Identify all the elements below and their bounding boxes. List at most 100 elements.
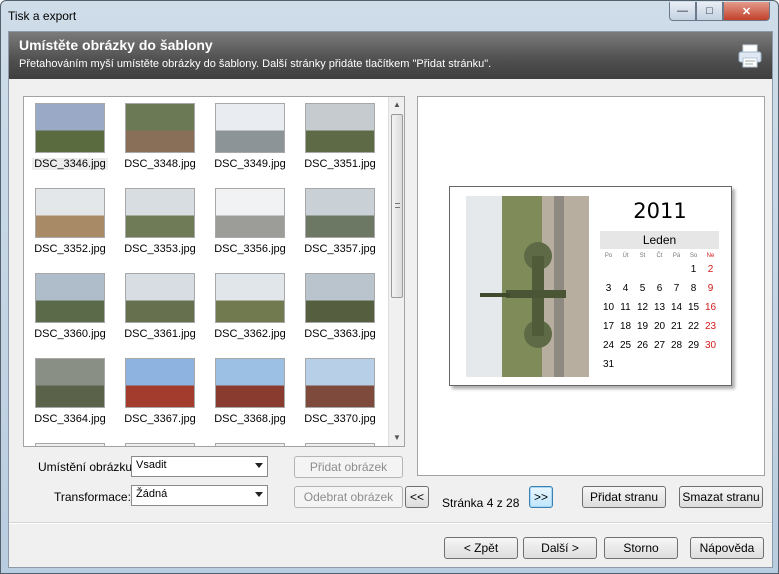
calendar-day: 29 bbox=[687, 340, 700, 351]
calendar-week-row: 31 bbox=[600, 356, 719, 375]
thumbnail-item[interactable]: DSC_3348.jpg bbox=[122, 101, 198, 183]
prev-page-button[interactable]: << bbox=[405, 486, 429, 508]
thumbnail-image bbox=[35, 103, 105, 153]
close-button[interactable]: ✕ bbox=[723, 2, 770, 21]
calendar-day: 31 bbox=[602, 359, 615, 370]
thumbnail-item[interactable]: DSC_3368.jpg bbox=[212, 356, 288, 438]
calendar-day bbox=[617, 356, 634, 375]
thumbnail-filename: DSC_3368.jpg bbox=[214, 413, 286, 425]
remove-image-button[interactable]: Odebrat obrázek bbox=[294, 486, 403, 508]
transform-select[interactable]: Žádná bbox=[131, 485, 268, 506]
thumbnail-item-partial[interactable] bbox=[302, 441, 378, 446]
thumbnail-item[interactable]: DSC_3367.jpg bbox=[122, 356, 198, 438]
scroll-down-icon[interactable]: ▼ bbox=[389, 430, 404, 446]
calendar-day: 19 bbox=[636, 321, 649, 332]
calendar-weekday-row: Po Út St Čt Pá So Ne bbox=[600, 251, 719, 261]
calendar-week-row: 17 18 19 20 21 22 23 bbox=[600, 318, 719, 337]
thumbnail-image bbox=[125, 443, 195, 446]
calendar-day: 21 bbox=[670, 321, 683, 332]
print-export-window: Tisk a export — □ ✕ Umístěte obrázky do … bbox=[0, 0, 779, 574]
thumbnail-image bbox=[35, 443, 105, 446]
calendar-weekday: Pá bbox=[672, 253, 681, 259]
delete-page-button[interactable]: Smazat stranu bbox=[679, 486, 763, 508]
thumbnail-list[interactable]: DSC_3346.jpg DSC_3348.jpg DSC_3349.jpg DSC_… bbox=[23, 96, 405, 447]
placement-select-value: Vsadit bbox=[136, 459, 167, 471]
chevron-down-icon bbox=[255, 463, 263, 468]
calendar-weekday: Po bbox=[604, 253, 613, 259]
close-icon: ✕ bbox=[741, 5, 752, 18]
calendar-page[interactable]: 2011 Leden Po Út St Čt Pá So Ne 1 2 3 4 5 6 7 8 9 10 11 12… bbox=[449, 186, 732, 386]
calendar-week-row: 24 25 26 27 28 29 30 bbox=[600, 337, 719, 356]
thumbnail-scrollbar[interactable]: ▲ ▼ bbox=[388, 97, 404, 446]
thumbnail-item[interactable]: DSC_3351.jpg bbox=[302, 101, 378, 183]
thumbnail-item[interactable]: DSC_3357.jpg bbox=[302, 186, 378, 268]
thumbnail-item[interactable]: DSC_3352.jpg bbox=[32, 186, 108, 268]
placed-photo[interactable] bbox=[466, 196, 589, 377]
next-button[interactable]: Další > bbox=[523, 537, 597, 559]
maximize-button[interactable]: □ bbox=[696, 2, 723, 21]
scrollbar-thumb[interactable] bbox=[391, 114, 403, 298]
thumbnail-item[interactable]: DSC_3356.jpg bbox=[212, 186, 288, 268]
page-indicator: Stránka 4 z 28 bbox=[442, 496, 520, 510]
printer-icon bbox=[738, 44, 762, 68]
thumbnail-filename: DSC_3363.jpg bbox=[304, 328, 376, 340]
calendar-day: 9 bbox=[707, 283, 714, 294]
chevron-down-icon bbox=[255, 492, 263, 497]
thumbnail-item-partial[interactable] bbox=[32, 441, 108, 446]
calendar-weekday: Út bbox=[622, 253, 629, 259]
calendar-day: 24 bbox=[602, 340, 615, 351]
cancel-button[interactable]: Storno bbox=[604, 537, 678, 559]
calendar-day: 22 bbox=[687, 321, 700, 332]
scroll-up-icon[interactable]: ▲ bbox=[389, 97, 404, 113]
thumbnail-image bbox=[125, 103, 195, 153]
thumbnail-image bbox=[215, 273, 285, 323]
add-page-button[interactable]: Přidat stranu bbox=[582, 486, 666, 508]
minimize-button[interactable]: — bbox=[669, 2, 696, 21]
calendar-day: 20 bbox=[653, 321, 666, 332]
calendar-day bbox=[651, 356, 668, 375]
calendar-grid: Po Út St Čt Pá So Ne 1 2 3 4 5 6 7 8 9 10 11 12 13 14 15 16 17 1… bbox=[600, 251, 719, 375]
calendar-year: 2011 bbox=[633, 199, 687, 223]
thumbnail-item[interactable]: DSC_3349.jpg bbox=[212, 101, 288, 183]
thumbnail-item[interactable]: DSC_3364.jpg bbox=[32, 356, 108, 438]
calendar-day: 8 bbox=[690, 283, 697, 294]
thumbnail-filename: DSC_3356.jpg bbox=[214, 243, 286, 255]
thumbnail-item[interactable]: DSC_3363.jpg bbox=[302, 271, 378, 353]
thumbnail-image bbox=[125, 273, 195, 323]
thumbnail-image bbox=[35, 188, 105, 238]
next-page-button[interactable]: >> bbox=[529, 486, 553, 508]
placement-select[interactable]: Vsadit bbox=[131, 456, 268, 477]
calendar-day bbox=[634, 261, 651, 280]
thumbnail-item-partial[interactable] bbox=[122, 441, 198, 446]
thumbnail-item[interactable]: DSC_3370.jpg bbox=[302, 356, 378, 438]
thumbnail-item[interactable]: DSC_3361.jpg bbox=[122, 271, 198, 353]
thumbnail-image bbox=[125, 358, 195, 408]
thumbnail-item[interactable]: DSC_3353.jpg bbox=[122, 186, 198, 268]
thumbnail-filename: DSC_3360.jpg bbox=[34, 328, 106, 340]
calendar-week-row: 10 11 12 13 14 15 16 bbox=[600, 299, 719, 318]
calendar-month: Leden bbox=[600, 231, 719, 249]
calendar-day bbox=[668, 356, 685, 375]
thumbnail-image bbox=[305, 443, 375, 446]
thumbnail-image bbox=[215, 443, 285, 446]
calendar-day: 4 bbox=[622, 283, 629, 294]
calendar-day: 2 bbox=[707, 264, 714, 275]
thumbnail-image bbox=[305, 103, 375, 153]
template-preview[interactable]: 2011 Leden Po Út St Čt Pá So Ne 1 2 3 4 5 6 7 8 9 10 11 12… bbox=[417, 96, 765, 476]
grip-icon bbox=[395, 203, 400, 208]
thumbnail-item[interactable]: DSC_3360.jpg bbox=[32, 271, 108, 353]
maximize-icon: □ bbox=[706, 5, 713, 17]
calendar-weekday: Čt bbox=[656, 253, 663, 259]
title-bar[interactable]: Tisk a export — □ ✕ bbox=[1, 1, 778, 31]
window-title: Tisk a export bbox=[8, 9, 77, 23]
calendar-day bbox=[702, 356, 719, 375]
help-button[interactable]: Nápověda bbox=[690, 537, 764, 559]
thumbnail-item[interactable]: DSC_3362.jpg bbox=[212, 271, 288, 353]
thumbnail-filename: DSC_3348.jpg bbox=[124, 158, 196, 170]
thumbnail-item-partial[interactable] bbox=[212, 441, 288, 446]
calendar-weekday: So bbox=[689, 253, 698, 259]
thumbnail-item[interactable]: DSC_3346.jpg bbox=[32, 101, 108, 183]
back-button[interactable]: < Zpět bbox=[444, 537, 518, 559]
calendar-day: 28 bbox=[670, 340, 683, 351]
add-image-button[interactable]: Přidat obrázek bbox=[294, 456, 403, 478]
